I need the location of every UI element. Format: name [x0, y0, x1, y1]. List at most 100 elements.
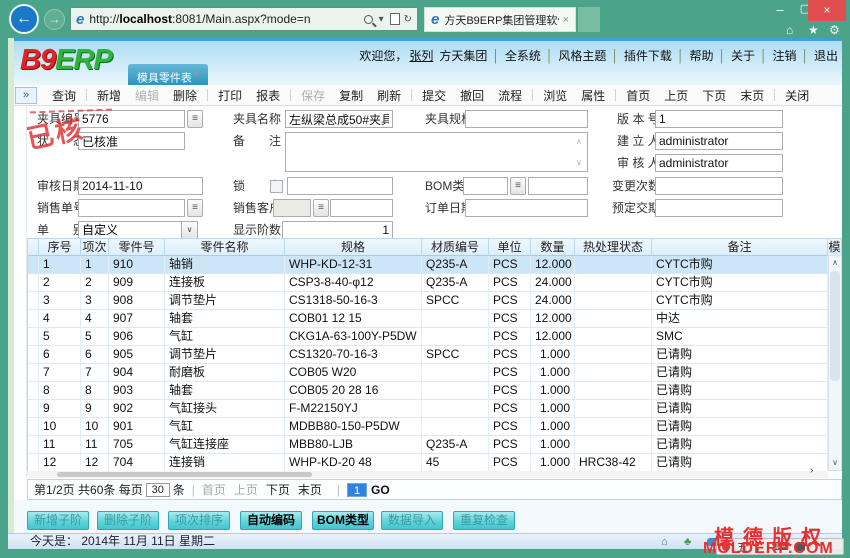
- input-change-count[interactable]: [655, 177, 783, 195]
- toolbar-item[interactable]: 撤回: [453, 87, 491, 104]
- table-cell[interactable]: MBB80-LJB: [285, 436, 422, 454]
- browser-tab[interactable]: e 方天B9ERP集团管理软件 ×: [424, 7, 576, 32]
- table-cell[interactable]: 轴套: [165, 310, 285, 328]
- table-header-cell[interactable]: 材质编号: [422, 238, 489, 256]
- table-cell[interactable]: 2: [81, 274, 109, 292]
- lookup-button[interactable]: ≡: [187, 110, 203, 128]
- refresh-icon[interactable]: ↻: [404, 14, 412, 25]
- table-cell[interactable]: 6: [39, 346, 81, 364]
- table-cell[interactable]: [422, 364, 489, 382]
- close-button[interactable]: ×: [808, 0, 846, 21]
- address-bar[interactable]: e http://localhost:8081/Main.aspx?mode=n…: [70, 7, 418, 31]
- table-cell[interactable]: 已请购: [652, 436, 828, 454]
- input-jiaju-spec[interactable]: [465, 110, 588, 128]
- table-cell[interactable]: SPCC: [422, 346, 489, 364]
- doc-type-select[interactable]: 自定义∨: [78, 221, 198, 239]
- table-cell[interactable]: 12.000: [531, 310, 575, 328]
- table-cell[interactable]: 4: [39, 310, 81, 328]
- page-tab-close-icon[interactable]: ×: [194, 69, 199, 79]
- scroll-up-icon[interactable]: ∧: [829, 256, 841, 270]
- table-cell[interactable]: 1.000: [531, 418, 575, 436]
- menu-item-3[interactable]: 插件下载: [624, 47, 672, 64]
- table-cell[interactable]: [422, 400, 489, 418]
- table-row[interactable]: 1010901气缸MDBB80-150-P5DWPCS1.000已请购: [27, 418, 842, 436]
- table-cell[interactable]: 耐磨板: [165, 364, 285, 382]
- table-header-cell[interactable]: 零件名称: [165, 238, 285, 256]
- table-cell[interactable]: PCS: [489, 364, 531, 382]
- table-cell[interactable]: [575, 256, 652, 274]
- table-cell[interactable]: WHP-KD-20 48: [285, 454, 422, 472]
- toolbar-item[interactable]: 关闭: [778, 87, 816, 104]
- table-cell[interactable]: 2: [39, 274, 81, 292]
- table-cell[interactable]: 907: [109, 310, 165, 328]
- toolbar-item[interactable]: 提交: [415, 87, 453, 104]
- home-icon[interactable]: ⌂: [786, 23, 793, 37]
- table-cell[interactable]: PCS: [489, 418, 531, 436]
- input-sales-customer-name[interactable]: [330, 199, 393, 217]
- toolbar-item[interactable]: 复制: [332, 87, 370, 104]
- table-cell[interactable]: 1: [39, 256, 81, 274]
- input-audit-date[interactable]: [78, 177, 203, 195]
- table-cell[interactable]: 908: [109, 292, 165, 310]
- table-cell[interactable]: 9: [81, 400, 109, 418]
- go-button[interactable]: GO: [371, 483, 390, 497]
- table-cell[interactable]: CSP3-8-40-φ12: [285, 274, 422, 292]
- table-cell[interactable]: SMC: [652, 328, 828, 346]
- lock-checkbox[interactable]: [270, 180, 283, 193]
- table-cell[interactable]: 1.000: [531, 364, 575, 382]
- table-row[interactable]: 55906气缸CKG1A-63-100Y-P5DWPCS12.000SMC: [27, 328, 842, 346]
- table-cell[interactable]: COB05 20 28 16: [285, 382, 422, 400]
- table-cell[interactable]: 1.000: [531, 454, 575, 472]
- menu-item-7[interactable]: 退出: [814, 47, 838, 64]
- toolbar-expand-button[interactable]: »: [15, 87, 37, 104]
- table-cell[interactable]: 8: [39, 382, 81, 400]
- search-icon[interactable]: [364, 15, 373, 24]
- toolbar-item[interactable]: 首页: [619, 87, 657, 104]
- url-text[interactable]: http://localhost:8081/Main.aspx?mode=n: [89, 12, 363, 26]
- chevron-down-icon[interactable]: ∨: [181, 222, 197, 238]
- table-cell[interactable]: 已请购: [652, 364, 828, 382]
- table-cell[interactable]: 1.000: [531, 436, 575, 454]
- table-cell[interactable]: [575, 418, 652, 436]
- input-sales-no[interactable]: [78, 199, 185, 217]
- table-cell[interactable]: 气缸接头: [165, 400, 285, 418]
- input-jiaju-name[interactable]: [285, 110, 393, 128]
- scroll-down-icon[interactable]: ∨: [576, 158, 582, 167]
- table-cell[interactable]: [575, 274, 652, 292]
- table-cell[interactable]: 7: [81, 364, 109, 382]
- table-cell[interactable]: 1.000: [531, 346, 575, 364]
- row-selector[interactable]: [27, 292, 39, 310]
- table-cell[interactable]: PCS: [489, 310, 531, 328]
- v-scrollbar-thumb[interactable]: [830, 271, 840, 381]
- table-cell[interactable]: [422, 310, 489, 328]
- table-cell[interactable]: Q235-A: [422, 436, 489, 454]
- footer-button[interactable]: 自动编码: [240, 511, 302, 530]
- toolbar-item[interactable]: 报表: [249, 87, 287, 104]
- table-cell[interactable]: 5: [81, 328, 109, 346]
- table-cell[interactable]: 7: [39, 364, 81, 382]
- table-cell[interactable]: 4: [81, 310, 109, 328]
- table-cell[interactable]: 903: [109, 382, 165, 400]
- table-cell[interactable]: 10: [39, 418, 81, 436]
- table-cell[interactable]: 连接销: [165, 454, 285, 472]
- input-order-date[interactable]: [465, 199, 588, 217]
- table-cell[interactable]: 12: [81, 454, 109, 472]
- org-tree-icon[interactable]: ♣: [684, 535, 691, 550]
- input-level[interactable]: [282, 221, 393, 239]
- input-sales-customer-code[interactable]: [273, 199, 311, 217]
- toolbar-item[interactable]: 流程: [491, 87, 529, 104]
- table-cell[interactable]: 24.000: [531, 292, 575, 310]
- table-cell[interactable]: 902: [109, 400, 165, 418]
- table-cell[interactable]: 轴套: [165, 382, 285, 400]
- table-cell[interactable]: Q235-A: [422, 256, 489, 274]
- table-cell[interactable]: 45: [422, 454, 489, 472]
- settings-gear-icon[interactable]: ⚙: [829, 23, 840, 37]
- table-cell[interactable]: 调节垫片: [165, 292, 285, 310]
- table-cell[interactable]: 连接板: [165, 274, 285, 292]
- table-cell[interactable]: COB05 W20: [285, 364, 422, 382]
- table-cell[interactable]: CS1318-50-16-3: [285, 292, 422, 310]
- table-cell[interactable]: [575, 346, 652, 364]
- browser-forward-button[interactable]: →: [44, 9, 65, 30]
- row-selector[interactable]: [27, 436, 39, 454]
- toolbar-item[interactable]: 刷新: [370, 87, 408, 104]
